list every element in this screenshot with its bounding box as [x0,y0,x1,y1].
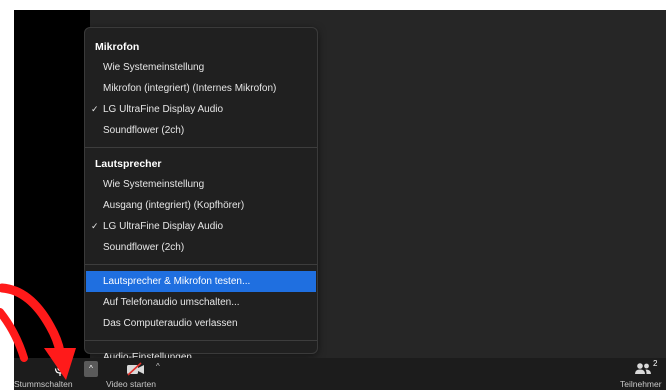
mic-option-system-default[interactable]: Wie Systemeinstellung [85,57,317,78]
menu-item-label: Auf Telefonaudio umschalten... [103,297,240,308]
menu-item-label: LG UltraFine Display Audio [103,104,224,115]
speaker-section-title: Lautsprecher [95,158,162,170]
menu-divider [85,147,317,148]
mic-option-internal[interactable]: Mikrofon (integriert) (Internes Mikrofon… [85,78,317,99]
video-options-caret[interactable]: ^ [156,362,160,371]
menu-divider [85,340,317,341]
menu-item-label: Ausgang (integriert) (Kopfhörer) [103,200,245,211]
menu-item-label: LG UltraFine Display Audio [103,221,224,232]
start-video-button[interactable]: ^ Video starten [106,358,176,390]
menu-item-label: Lautsprecher & Mikrofon testen... [103,276,251,287]
participants-count: 2 [653,359,658,368]
mic-option-lg-ultrafine[interactable]: ✓ LG UltraFine Display Audio [85,99,317,120]
menu-item-label: Wie Systemeinstellung [103,62,205,73]
menu-item-label: Soundflower (2ch) [103,125,185,136]
speaker-option-soundflower[interactable]: Soundflower (2ch) [85,237,317,258]
microphone-section-title: Mikrofon [95,41,140,53]
speaker-option-lg-ultrafine[interactable]: ✓ LG UltraFine Display Audio [85,216,317,237]
switch-to-phone-audio-item[interactable]: Auf Telefonaudio umschalten... [85,292,317,313]
red-arrow-annotation [0,283,76,380]
test-speaker-mic-item[interactable]: Lautsprecher & Mikrofon testen... [86,271,316,292]
menu-item-label: Das Computeraudio verlassen [103,318,238,329]
speaker-option-system-default[interactable]: Wie Systemeinstellung [85,174,317,195]
participants-button[interactable]: 2 Teilnehmer [620,358,666,390]
start-video-label: Video starten [106,379,156,389]
menu-item-label: Soundflower (2ch) [103,242,185,253]
menu-divider [85,264,317,265]
participants-label: Teilnehmer [620,379,662,389]
checkmark-icon: ✓ [91,221,99,231]
menu-item-label: Mikrofon (integriert) (Internes Mikrofon… [103,83,277,94]
people-icon [635,363,651,374]
menu-item-label: Wie Systemeinstellung [103,179,205,190]
audio-options-caret[interactable]: ^ [84,361,98,377]
speaker-option-internal[interactable]: Ausgang (integriert) (Kopfhörer) [85,195,317,216]
leave-computer-audio-item[interactable]: Das Computeraudio verlassen [85,313,317,334]
mic-option-soundflower[interactable]: Soundflower (2ch) [85,120,317,141]
meeting-toolbar: ^ Stummschalten ^ Video starten 2 Teilne… [14,358,666,390]
audio-menu: Mikrofon Wie Systemeinstellung Mikrofon … [84,27,318,363]
checkmark-icon: ✓ [91,104,99,114]
video-off-icon [127,362,144,376]
